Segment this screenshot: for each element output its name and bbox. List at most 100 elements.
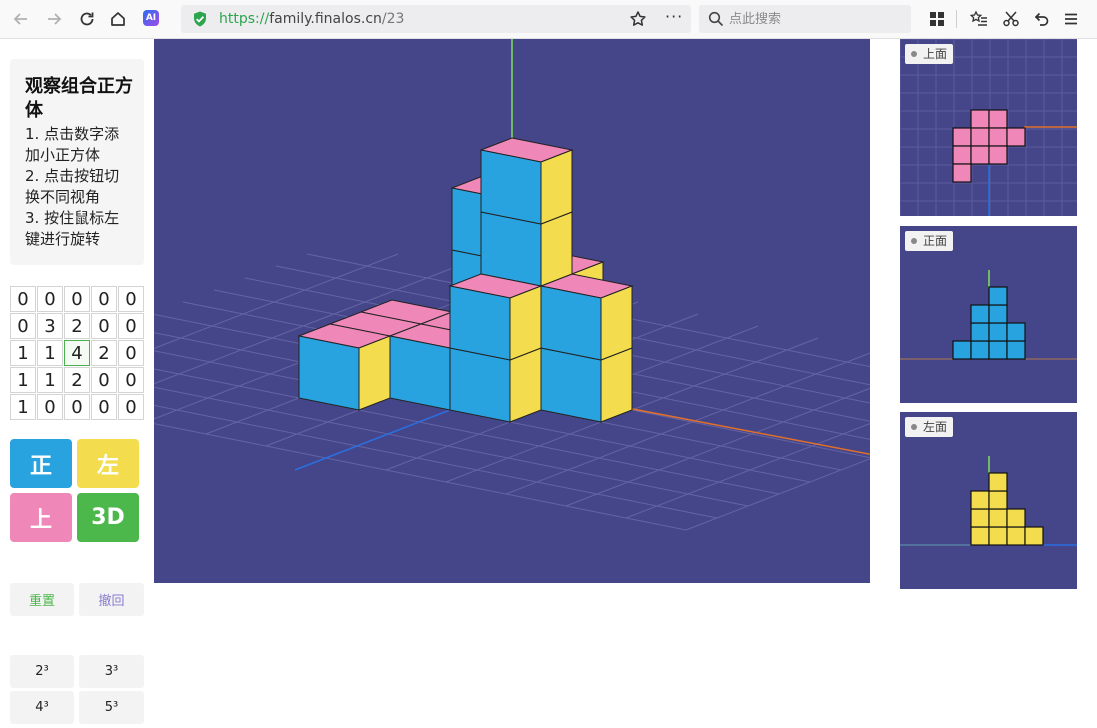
grid-cell[interactable]: 0 bbox=[91, 313, 117, 339]
cube-side-face bbox=[600, 285, 633, 361]
front-view-cell bbox=[1006, 322, 1026, 342]
url-text: https://family.finalos.cn/23 bbox=[219, 11, 405, 27]
cube-side-face bbox=[540, 211, 573, 287]
grid-cell[interactable]: 0 bbox=[10, 286, 36, 312]
left-view-cell bbox=[1024, 526, 1044, 546]
front-view-drawing bbox=[900, 270, 1077, 360]
left-view-drawing bbox=[900, 456, 1077, 546]
grid-cell[interactable]: 1 bbox=[37, 367, 63, 393]
cube-front-face bbox=[389, 335, 451, 411]
grid-cell[interactable]: 0 bbox=[118, 367, 144, 393]
height-number-grid: 0000003200114201120010000 bbox=[10, 286, 144, 420]
left-view-cell bbox=[988, 526, 1008, 546]
grid-cell[interactable]: 0 bbox=[37, 286, 63, 312]
3d-viewport[interactable] bbox=[154, 39, 870, 583]
front-view-cell bbox=[970, 304, 990, 324]
top-view-cell bbox=[952, 163, 972, 183]
menu-button[interactable] bbox=[1060, 8, 1082, 30]
grid-cell[interactable]: 1 bbox=[10, 340, 36, 366]
grid-cell[interactable]: 0 bbox=[91, 394, 117, 420]
cube bbox=[449, 347, 542, 423]
left-view-panel: 左面 bbox=[900, 412, 1077, 589]
cube bbox=[448, 273, 543, 361]
instructions-panel: 观察组合正方体 1. 点击数字添加小正方体 2. 点击按钮切换不同视角 3. 按… bbox=[10, 59, 144, 265]
grid-cell[interactable]: 0 bbox=[118, 286, 144, 312]
search-input[interactable] bbox=[729, 9, 899, 29]
front-view-cell bbox=[988, 340, 1008, 360]
cube-front-face bbox=[540, 347, 602, 423]
size-5-button[interactable]: 5³ bbox=[79, 691, 144, 724]
front-view-panel: 正面 bbox=[900, 226, 1077, 403]
scissors-icon bbox=[1003, 11, 1019, 27]
grid-cell[interactable]: 2 bbox=[64, 367, 90, 393]
cube-front-face bbox=[449, 285, 511, 361]
grid-cell[interactable]: 0 bbox=[64, 286, 90, 312]
back-button[interactable] bbox=[9, 7, 33, 31]
grid-cell[interactable]: 0 bbox=[91, 367, 117, 393]
top-view-button[interactable]: 上 bbox=[10, 493, 72, 542]
left-view-cell bbox=[988, 490, 1008, 510]
search-box bbox=[699, 5, 911, 33]
top-view-cell bbox=[970, 109, 990, 129]
instruction-line: 2. 点击按钮切换不同视角 bbox=[25, 167, 120, 206]
cube-front-face bbox=[480, 149, 542, 225]
grid-cell[interactable]: 1 bbox=[10, 394, 36, 420]
cube-front-face bbox=[298, 335, 360, 411]
grid-cell[interactable]: 0 bbox=[10, 313, 36, 339]
top-view-cell bbox=[952, 127, 972, 147]
page-actions-menu[interactable]: ··· bbox=[665, 7, 683, 26]
cube-front-face bbox=[540, 285, 602, 361]
browser-toolbar: AI https://family.finalos.cn/23 ··· bbox=[0, 0, 1097, 39]
screenshot-button[interactable] bbox=[1000, 8, 1022, 30]
grid-cell[interactable]: 2 bbox=[91, 340, 117, 366]
arrow-right-icon bbox=[48, 13, 62, 25]
home-button[interactable] bbox=[106, 7, 130, 31]
grid-cell[interactable]: 1 bbox=[37, 340, 63, 366]
forward-button[interactable] bbox=[42, 7, 66, 31]
grid-cell[interactable]: 0 bbox=[118, 313, 144, 339]
favorites-button[interactable] bbox=[968, 8, 990, 30]
grid-cell[interactable]: 0 bbox=[118, 340, 144, 366]
grid-cell[interactable]: 1 bbox=[10, 367, 36, 393]
grid-cell[interactable]: 2 bbox=[64, 313, 90, 339]
undo-button[interactable]: 撤回 bbox=[79, 583, 144, 616]
grid-icon bbox=[930, 12, 944, 26]
front-view-cell bbox=[952, 340, 972, 360]
size-4-button[interactable]: 4³ bbox=[10, 691, 74, 724]
cube-side-face bbox=[509, 347, 542, 423]
url-bar[interactable]: https://family.finalos.cn/23 ··· bbox=[181, 5, 691, 33]
grid-cell[interactable]: 4 bbox=[64, 340, 90, 366]
3d-view-button[interactable]: 3D bbox=[77, 493, 139, 542]
hamburger-icon bbox=[1065, 13, 1077, 25]
cube-front-face bbox=[480, 211, 542, 287]
size-2-button[interactable]: 2³ bbox=[10, 655, 74, 688]
grid-cell[interactable]: 0 bbox=[37, 394, 63, 420]
cube bbox=[539, 273, 634, 361]
reload-button[interactable] bbox=[75, 7, 99, 31]
front-view-button[interactable]: 正 bbox=[10, 439, 72, 488]
shield-icon bbox=[194, 11, 206, 27]
top-view-cell bbox=[988, 127, 1008, 147]
grid-cell[interactable]: 0 bbox=[118, 394, 144, 420]
front-view-cell bbox=[970, 340, 990, 360]
favorites-list-icon bbox=[970, 10, 987, 26]
ai-extension-icon[interactable]: AI bbox=[143, 10, 159, 26]
size-3-button[interactable]: 3³ bbox=[79, 655, 144, 688]
left-view-button[interactable]: 左 bbox=[77, 439, 139, 488]
apps-button[interactable] bbox=[926, 8, 948, 30]
grid-cell[interactable]: 0 bbox=[91, 286, 117, 312]
left-view-cell bbox=[970, 526, 990, 546]
cube-side-face bbox=[358, 335, 391, 411]
top-view-cell bbox=[970, 145, 990, 165]
star-icon[interactable] bbox=[629, 10, 647, 28]
undo-close-button[interactable] bbox=[1030, 8, 1052, 30]
top-view-cell bbox=[988, 145, 1008, 165]
grid-cell[interactable]: 0 bbox=[64, 394, 90, 420]
reset-button[interactable]: 重置 bbox=[10, 583, 74, 616]
cube bbox=[540, 347, 633, 423]
toolbar-divider bbox=[956, 10, 957, 28]
cube bbox=[480, 211, 573, 287]
cube-scene[interactable] bbox=[154, 39, 870, 583]
grid-cell[interactable]: 3 bbox=[37, 313, 63, 339]
top-view-drawing bbox=[900, 39, 1077, 216]
